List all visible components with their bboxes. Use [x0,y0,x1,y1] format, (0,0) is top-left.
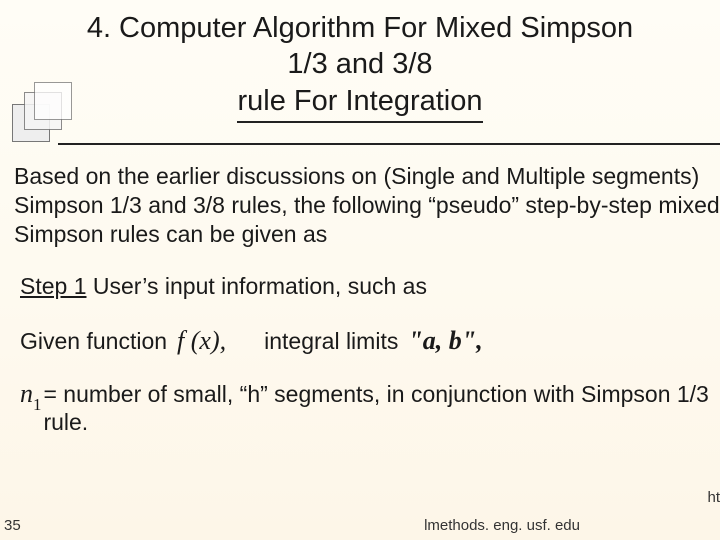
math-fx: f (x), [177,325,226,358]
cutoff-text: ht [707,489,720,506]
footer-link-text: lmethods. eng. usf. edu [424,517,580,534]
given-function-label: Given function [20,327,167,356]
math-ab: "a, b", [408,325,482,358]
slide-body: Based on the earlier discussions on (Sin… [14,162,720,437]
title-line-1: 4. Computer Algorithm For Mixed Simpson [0,10,720,46]
n1-text: = number of small, “h” segments, in conj… [43,380,720,438]
title-line-3: rule For Integration [237,83,482,123]
step-1-row: Step 1 User’s input information, such as [20,272,720,301]
step-1-label: Step 1 [20,273,87,299]
title-line-2: 1/3 and 3/8 [0,46,720,82]
integral-limits-label: integral limits [264,327,398,356]
given-function-row: Given function f (x), integral limits "a… [20,325,720,358]
n1-row: n1 = number of small, “h” segments, in c… [20,380,720,438]
decorative-squares-icon [12,84,72,144]
step-1-text: User’s input information, such as [87,273,427,299]
math-n1: n1 [20,378,41,413]
intro-paragraph: Based on the earlier discussions on (Sin… [14,162,720,248]
title-underline [58,143,720,145]
slide-title: 4. Computer Algorithm For Mixed Simpson … [0,0,720,123]
slide-number: 35 [4,517,21,534]
